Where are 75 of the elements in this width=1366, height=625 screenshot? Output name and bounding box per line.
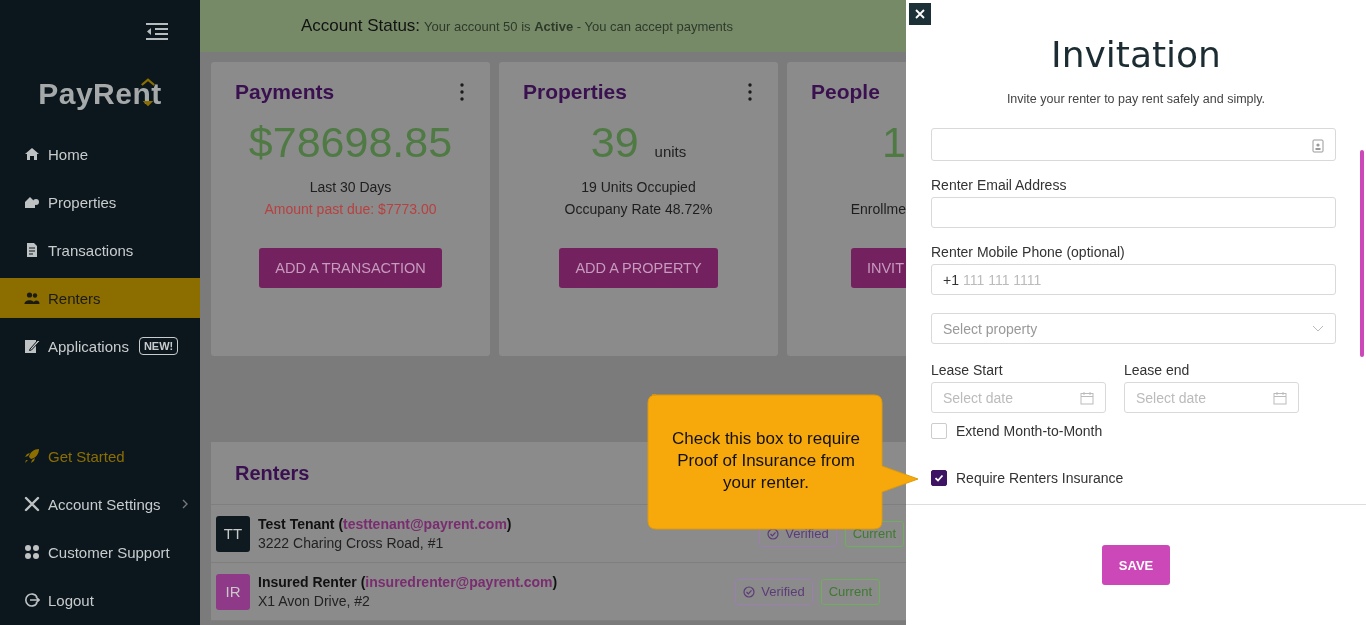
field-label: Renter Email Address (931, 177, 1068, 193)
rocket-icon (24, 448, 40, 464)
logout-icon (24, 592, 40, 608)
edit-icon (24, 338, 40, 354)
avatar: IR (216, 573, 250, 610)
calendar-icon (1273, 390, 1287, 405)
panel-title: Renters (235, 461, 310, 485)
action-button[interactable]: INVIT (850, 248, 906, 288)
status-badge: Current (820, 578, 880, 605)
more-icon[interactable] (748, 83, 752, 101)
chevron-down-icon (1312, 325, 1324, 332)
email-field[interactable] (931, 197, 1336, 228)
tools-icon (24, 496, 40, 512)
check-icon (933, 472, 945, 484)
renter-name: Insured Renter (insuredrenter@payrent.com) (258, 574, 558, 590)
card-title: People (811, 80, 880, 104)
renter-name: Test Tenant (testtenant@payrent.com) (258, 516, 512, 532)
action-button[interactable]: ADD A PROPERTY (559, 248, 718, 288)
checkbox-label: Extend Month-to-Month (956, 423, 1103, 439)
new-badge: NEW! (138, 337, 179, 355)
people-icon (24, 290, 40, 306)
nav-item[interactable]: Home (0, 134, 200, 174)
close-button[interactable] (909, 3, 931, 25)
card-value: 39 (590, 117, 639, 168)
nav-item[interactable]: Logout (0, 580, 200, 620)
nav-item[interactable]: Customer Support (0, 532, 200, 572)
scrollbar[interactable] (1360, 150, 1364, 357)
nav-item[interactable]: Renters (0, 278, 200, 318)
property-select[interactable]: Select property (931, 313, 1336, 344)
building-icon (24, 194, 40, 210)
status-label: Account Status: (301, 16, 421, 36)
document-icon (24, 242, 40, 258)
chevron-right-icon (182, 499, 188, 509)
card-value: 1 (882, 117, 906, 168)
email-link[interactable]: testtenant@payrent.com (343, 516, 507, 532)
checkbox-label: Require Renters Insurance (956, 470, 1124, 486)
calendar-icon (1080, 390, 1094, 405)
card-text: 19 Units Occupied (581, 178, 696, 197)
nav-item[interactable]: Get Started (0, 436, 200, 476)
field-label: Lease Start (931, 362, 1004, 378)
renter-address: 3222 Charing Cross Road, #1 (258, 535, 445, 551)
avatar: TT (216, 515, 250, 552)
card-text: Enrollme (850, 200, 906, 219)
field-label: Renter Mobile Phone (optional) (931, 244, 1126, 260)
verified-badge: Verified (735, 578, 813, 605)
collapse-menu-icon[interactable] (146, 23, 168, 40)
home-icon (24, 146, 40, 162)
field-label: Lease end (1124, 362, 1191, 378)
logo: PayRent (38, 76, 162, 112)
drawer-title: Invitation (1050, 34, 1222, 76)
unit-label: units (654, 143, 687, 160)
close-icon (915, 9, 925, 19)
card-title: Properties (523, 80, 627, 104)
nav-item[interactable]: Transactions (0, 230, 200, 270)
drawer-subtitle: Invite your renter to pay rent safely and simply. (1005, 92, 1267, 106)
callout-text: Check this box to require Proof of Insurance from your renter. (670, 428, 861, 494)
card-text: Last 30 Days (309, 178, 392, 197)
card-value: $78698.85 (248, 117, 453, 168)
card-title: Payments (235, 80, 335, 104)
nav-item[interactable]: Applications NEW! (0, 326, 200, 366)
email-link[interactable]: insuredrenter@payrent.com (365, 574, 553, 590)
past-due-text: Amount past due: $7773.00 (264, 200, 437, 219)
support-icon (24, 544, 40, 560)
card-text: Occupany Rate 48.72% (564, 200, 713, 219)
phone-field[interactable]: +1 111 111 1111 (931, 264, 1336, 295)
action-button[interactable]: ADD A TRANSACTION (259, 248, 442, 288)
status-message: Your account 50 is Active - You can accept payments (424, 18, 733, 34)
more-icon[interactable] (460, 83, 464, 101)
contact-card-icon (1312, 139, 1324, 153)
nav-item[interactable]: Account Settings (0, 484, 200, 524)
input-field[interactable] (931, 128, 1336, 161)
save-button[interactable]: SAVE (1102, 545, 1170, 585)
checkbox[interactable] (931, 470, 947, 486)
nav-item[interactable]: Properties (0, 182, 200, 222)
renter-address: X1 Avon Drive, #2 (258, 593, 371, 609)
